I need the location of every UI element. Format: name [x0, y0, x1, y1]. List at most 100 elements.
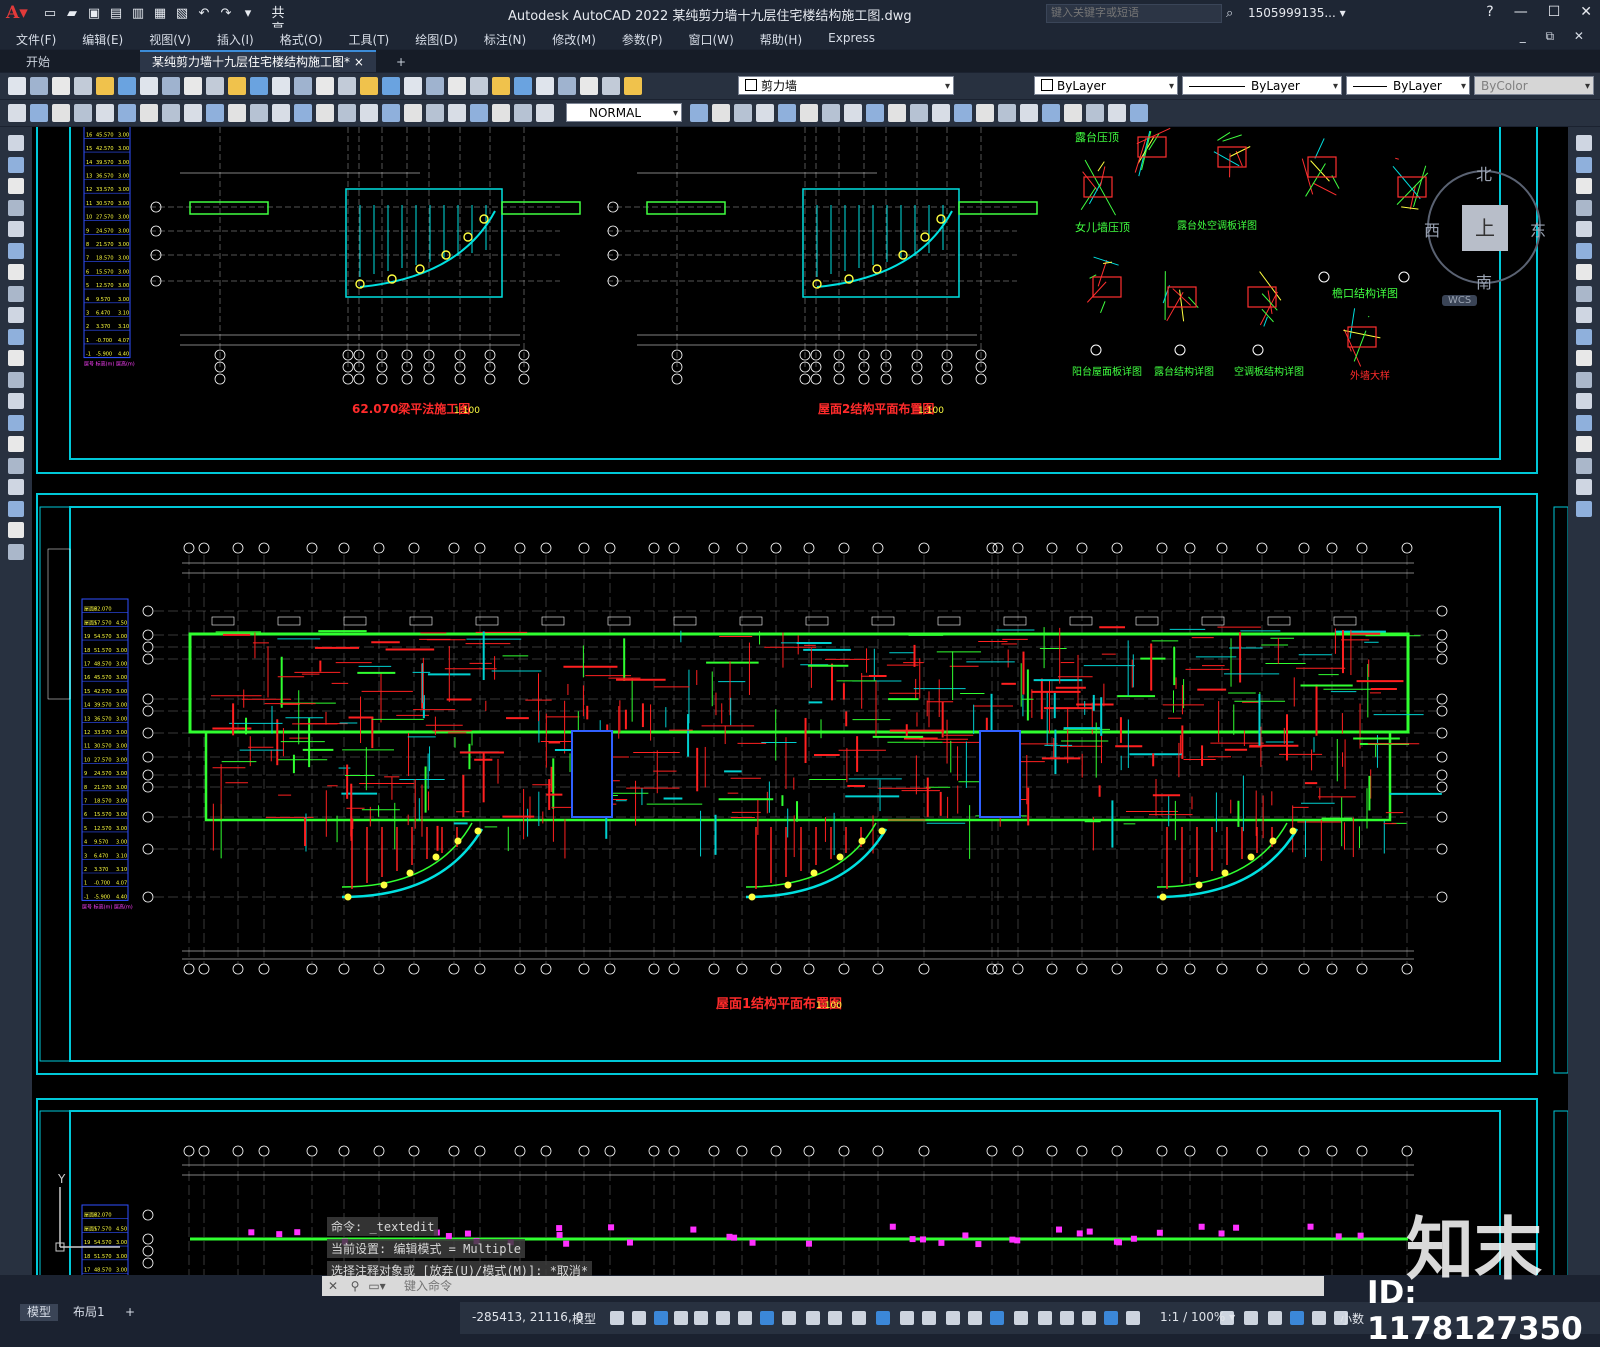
standard-icon-13[interactable]: [272, 77, 290, 95]
draw-modify-icon-33[interactable]: [844, 104, 862, 122]
minimize-button[interactable]: —: [1514, 4, 1528, 20]
modify-tool-icon-4[interactable]: [1576, 200, 1592, 216]
search-icon[interactable]: ⌕: [1226, 6, 1233, 21]
status-toggle-icon-20[interactable]: [1038, 1311, 1052, 1325]
close-tab-icon[interactable]: ×: [354, 55, 364, 69]
menu-help[interactable]: 帮助(H): [760, 28, 802, 49]
standard-icon-22[interactable]: [470, 77, 488, 95]
draw-modify-icon-23[interactable]: [492, 104, 510, 122]
tab-start[interactable]: 开始: [14, 52, 62, 72]
draw-tool-icon-13[interactable]: [8, 393, 24, 409]
status-toggle-icon-21[interactable]: [1060, 1311, 1074, 1325]
customize-icon[interactable]: ▾: [240, 6, 256, 22]
standard-icon-23[interactable]: [492, 77, 510, 95]
plot-icon[interactable]: ▧: [174, 6, 190, 22]
standard-icon-2[interactable]: [30, 77, 48, 95]
menu-tools[interactable]: 工具(T): [349, 28, 390, 49]
viewcube-west[interactable]: 西: [1424, 217, 1440, 241]
viewcube-south[interactable]: 南: [1476, 269, 1492, 293]
units-display[interactable]: 小数: [1340, 1310, 1364, 1327]
draw-tool-icon-8[interactable]: [8, 286, 24, 302]
draw-tool-icon-16[interactable]: [8, 458, 24, 474]
close-commandline-icon[interactable]: ✕: [322, 1276, 344, 1296]
model-space-toggle[interactable]: 模型: [572, 1310, 596, 1327]
add-layout-button[interactable]: +: [118, 1304, 142, 1321]
share-button[interactable]: 共享: [270, 6, 286, 22]
recent-commands-icon[interactable]: ▭▾: [366, 1276, 388, 1296]
draw-modify-icon-34[interactable]: [866, 104, 884, 122]
draw-modify-icon-18[interactable]: [382, 104, 400, 122]
standard-icon-18[interactable]: [382, 77, 400, 95]
draw-modify-icon-9[interactable]: [184, 104, 202, 122]
menu-window[interactable]: 窗口(W): [689, 28, 734, 49]
draw-modify-icon-14[interactable]: [294, 104, 312, 122]
draw-modify-icon-6[interactable]: [118, 104, 136, 122]
draw-tool-icon-3[interactable]: [8, 178, 24, 194]
draw-tool-icon-11[interactable]: [8, 350, 24, 366]
tab-drawing[interactable]: 某纯剪力墙十九层住宅楼结构施工图* ×: [140, 50, 376, 72]
status-toggle-icon-14[interactable]: [900, 1311, 914, 1325]
draw-tool-icon-2[interactable]: [8, 157, 24, 173]
document-window-controls[interactable]: _ ⧉ ✕: [1520, 29, 1592, 44]
modify-tool-icon-8[interactable]: [1576, 286, 1592, 302]
draw-tool-icon-17[interactable]: [8, 479, 24, 495]
draw-modify-icon-31[interactable]: [800, 104, 818, 122]
standard-icon-10[interactable]: [206, 77, 224, 95]
status-toggle-icon-22[interactable]: [1082, 1311, 1096, 1325]
undo-icon[interactable]: ↶: [196, 6, 212, 22]
draw-modify-icon-36[interactable]: [910, 104, 928, 122]
save-web-icon[interactable]: ▦: [152, 6, 168, 22]
draw-modify-icon-41[interactable]: [1020, 104, 1038, 122]
draw-modify-icon-45[interactable]: [1108, 104, 1126, 122]
standard-icon-21[interactable]: [448, 77, 466, 95]
draw-modify-icon-4[interactable]: [74, 104, 92, 122]
open-icon[interactable]: ▰: [64, 6, 80, 22]
save-icon[interactable]: ▣: [86, 6, 102, 22]
standard-icon-20[interactable]: [426, 77, 444, 95]
standard-icon-24[interactable]: [514, 77, 532, 95]
modify-tool-icon-14[interactable]: [1576, 415, 1592, 431]
status-toggle-icon-18[interactable]: [990, 1311, 1004, 1325]
draw-modify-icon-10[interactable]: [206, 104, 224, 122]
menu-express[interactable]: Express: [828, 28, 875, 49]
saveas-icon[interactable]: ▤: [108, 6, 124, 22]
modify-tool-icon-16[interactable]: [1576, 458, 1592, 474]
standard-icon-5[interactable]: [96, 77, 114, 95]
new-tab-button[interactable]: +: [384, 52, 418, 72]
standard-icon-14[interactable]: [294, 77, 312, 95]
draw-tool-icon-5[interactable]: [8, 221, 24, 237]
standard-icon-15[interactable]: [316, 77, 334, 95]
modify-tool-icon-3[interactable]: [1576, 178, 1592, 194]
modify-tool-icon-6[interactable]: [1576, 243, 1592, 259]
open-web-icon[interactable]: ▥: [130, 6, 146, 22]
standard-icon-8[interactable]: [162, 77, 180, 95]
draw-modify-icon-8[interactable]: [162, 104, 180, 122]
status-toggle-icon-10[interactable]: [806, 1311, 820, 1325]
modify-tool-icon-1[interactable]: [1576, 135, 1592, 151]
search-input[interactable]: [1046, 4, 1222, 23]
draw-modify-icon-22[interactable]: [470, 104, 488, 122]
draw-modify-icon-21[interactable]: [448, 104, 466, 122]
status-toggle-icon-26[interactable]: [1244, 1311, 1258, 1325]
viewcube-top-face[interactable]: 上: [1462, 205, 1508, 251]
status-toggle-icon-9[interactable]: [782, 1311, 796, 1325]
layer-dropdown[interactable]: 剪力墙▾: [738, 76, 954, 95]
modify-tool-icon-13[interactable]: [1576, 393, 1592, 409]
standard-icon-28[interactable]: [602, 77, 620, 95]
status-toggle-icon-19[interactable]: [1014, 1311, 1028, 1325]
viewcube[interactable]: 上 北 南 东 西 WCS: [1422, 147, 1550, 327]
standard-icon-4[interactable]: [74, 77, 92, 95]
modify-tool-icon-17[interactable]: [1576, 479, 1592, 495]
standard-icon-3[interactable]: [52, 77, 70, 95]
user-account[interactable]: 1505999135... ▾: [1248, 6, 1346, 20]
draw-modify-icon-37[interactable]: [932, 104, 950, 122]
modify-tool-icon-7[interactable]: [1576, 264, 1592, 280]
linetype-dropdown[interactable]: ByLayer▾: [1182, 76, 1342, 95]
standard-icon-27[interactable]: [580, 77, 598, 95]
draw-tool-icon-20[interactable]: [8, 544, 24, 560]
draw-modify-icon-12[interactable]: [250, 104, 268, 122]
draw-modify-icon-38[interactable]: [954, 104, 972, 122]
status-toggle-icon-16[interactable]: [946, 1311, 960, 1325]
draw-modify-icon-28[interactable]: [734, 104, 752, 122]
menu-view[interactable]: 视图(V): [149, 28, 191, 49]
